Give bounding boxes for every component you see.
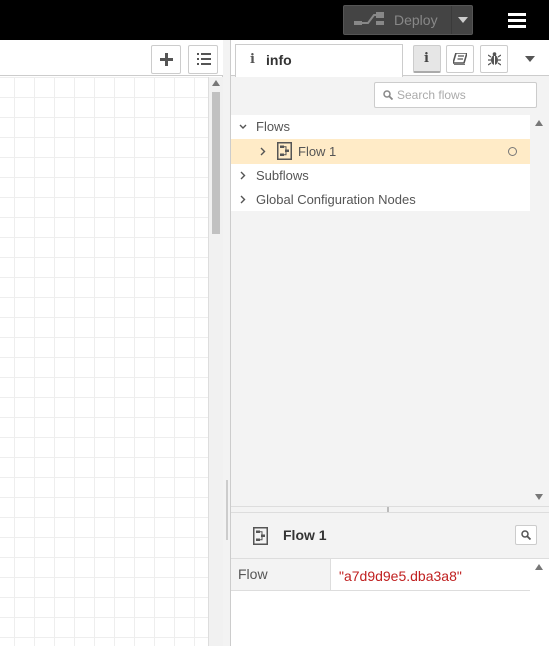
flow-icon [253, 527, 268, 545]
scroll-up-arrow-icon[interactable] [535, 120, 543, 126]
info-tab-button[interactable]: i [413, 45, 441, 73]
info-panel-header: Flow 1 [231, 513, 549, 559]
sidebar-separator[interactable] [223, 40, 231, 646]
tab-info[interactable]: i info [235, 44, 403, 77]
list-icon [197, 53, 211, 65]
deploy-options-button[interactable] [451, 6, 473, 34]
search-flows-field[interactable] [374, 82, 537, 108]
panel-divider[interactable] [231, 506, 549, 513]
divider-handle[interactable] [387, 507, 389, 512]
add-flow-button[interactable] [151, 45, 181, 74]
property-value: "a7d9d9e5.dba3a8" [339, 568, 462, 584]
header: Deploy [0, 0, 549, 40]
search-flows-input[interactable] [397, 86, 533, 104]
flow-status-indicator [508, 147, 517, 156]
flow-icon [277, 142, 292, 160]
scroll-up-arrow-icon[interactable] [212, 80, 220, 86]
property-row: Flow "a7d9d9e5.dba3a8" [231, 559, 530, 591]
sidebar-menu-button[interactable] [516, 45, 544, 73]
tree-row-flows[interactable]: Flows [231, 115, 530, 139]
flow-tree: Flows Flow 1 Subflows Global Configurati… [231, 115, 530, 211]
workspace-canvas[interactable] [0, 77, 208, 646]
caret-down-icon [525, 56, 535, 62]
deploy-label: Deploy [394, 12, 438, 28]
chevron-right-icon[interactable] [240, 195, 246, 204]
search-bar [231, 77, 549, 115]
info-icon: i [424, 51, 429, 66]
workspace-scrollbar[interactable] [208, 77, 223, 646]
chevron-right-icon[interactable] [260, 147, 266, 156]
show-in-workspace-button[interactable] [515, 525, 537, 545]
info-panel-title: Flow 1 [283, 527, 327, 543]
sidebar-tabs: i info i [231, 40, 549, 77]
chevron-down-icon[interactable] [239, 124, 247, 130]
tab-info-label: info [266, 52, 292, 68]
tree-label-flows: Flows [256, 119, 290, 134]
tree-label-flow-1: Flow 1 [298, 144, 337, 159]
info-panel-scrollbar[interactable] [530, 559, 549, 646]
search-icon [521, 530, 531, 540]
search-icon [383, 90, 393, 100]
deploy-button[interactable]: Deploy [343, 5, 473, 35]
property-key: Flow [238, 566, 268, 582]
plus-icon [160, 53, 173, 66]
info-icon: i [250, 52, 255, 67]
property-key-cell: Flow [231, 559, 331, 590]
tree-row-flow-1[interactable]: Flow 1 [231, 139, 530, 164]
info-panel: Flow 1 Flow "a7d9d9e5.dba3a8" [231, 513, 549, 646]
scroll-up-arrow-icon[interactable] [535, 564, 543, 570]
workspace-scrollbar-thumb[interactable] [212, 92, 220, 234]
scroll-down-arrow-icon[interactable] [535, 494, 543, 500]
chevron-right-icon[interactable] [240, 171, 246, 180]
hamburger-menu-icon [508, 13, 526, 28]
workspace [0, 40, 223, 646]
separator-handle[interactable] [226, 480, 228, 540]
tree-row-global-config[interactable]: Global Configuration Nodes [231, 188, 530, 212]
caret-down-icon [458, 17, 468, 23]
main-menu-button[interactable] [505, 10, 529, 30]
workspace-tabs [0, 40, 223, 76]
tree-row-subflows[interactable]: Subflows [231, 164, 530, 188]
deploy-icon [354, 12, 384, 25]
tree-label-global-config: Global Configuration Nodes [256, 192, 416, 207]
tree-label-subflows: Subflows [256, 168, 309, 183]
sidebar: i info i Search flows Flows Flow 1 Subfl… [231, 40, 549, 646]
debug-tab-button[interactable] [480, 45, 508, 73]
help-tab-button[interactable] [446, 45, 474, 73]
book-icon [453, 53, 467, 65]
list-flows-button[interactable] [188, 45, 218, 74]
bug-icon [488, 52, 501, 66]
tree-scrollbar[interactable] [530, 115, 549, 505]
